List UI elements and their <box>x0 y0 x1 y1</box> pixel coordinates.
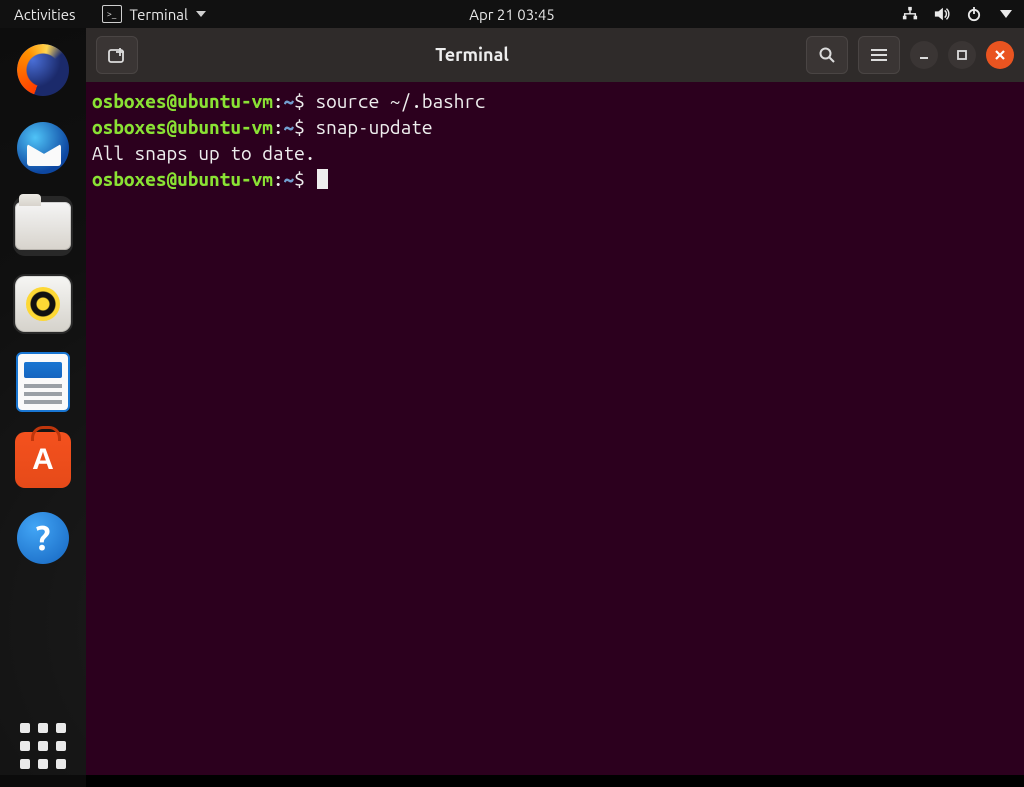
panel-right <box>902 0 1014 28</box>
power-icon[interactable] <box>966 6 982 22</box>
prompt-userhost: osboxes@ubuntu-vm <box>92 168 273 190</box>
terminal-output: All snaps up to date. <box>92 142 315 164</box>
prompt-userhost: osboxes@ubuntu-vm <box>92 90 273 112</box>
new-tab-button[interactable] <box>96 36 138 74</box>
firefox-icon <box>17 44 69 96</box>
show-applications-button[interactable] <box>20 723 66 769</box>
terminal-cmd: snap-update <box>315 116 432 138</box>
thunderbird-icon <box>17 122 69 174</box>
ubuntu-software-icon: A <box>15 432 71 488</box>
dock-rhythmbox[interactable] <box>13 274 73 334</box>
volume-icon[interactable] <box>934 6 950 22</box>
system-menu-chevron-icon[interactable] <box>998 6 1014 22</box>
terminal-line: osboxes@ubuntu-vm:~$ source ~/.bashrc <box>92 88 1018 114</box>
app-menu[interactable]: Terminal <box>90 0 218 28</box>
top-panel: Activities Terminal Apr 21 03:45 <box>0 0 1024 28</box>
dock-libreoffice-writer[interactable] <box>13 352 73 412</box>
prompt-path: ~ <box>284 116 295 138</box>
terminal-cmd: source ~/.bashrc <box>315 90 485 112</box>
activities-label: Activities <box>14 6 76 23</box>
dock-ubuntu-software[interactable]: A <box>13 430 73 490</box>
dock-bottom <box>0 723 86 769</box>
window-maximize-button[interactable] <box>948 41 976 69</box>
prompt-sym: $ <box>294 90 305 112</box>
dock-files[interactable] <box>13 196 73 256</box>
clock-label[interactable]: Apr 21 03:45 <box>469 6 555 23</box>
terminal-body[interactable]: osboxes@ubuntu-vm:~$ source ~/.bashrc os… <box>86 82 1024 775</box>
prompt-path: ~ <box>284 90 295 112</box>
window-close-button[interactable] <box>986 41 1014 69</box>
activities-button[interactable]: Activities <box>0 0 90 28</box>
prompt-sym: $ <box>294 116 305 138</box>
titlebar-right <box>806 36 1014 74</box>
terminal-cursor <box>317 169 328 189</box>
chevron-down-icon <box>196 11 206 17</box>
terminal-icon <box>102 5 122 23</box>
speaker-icon <box>15 276 71 332</box>
prompt-userhost: osboxes@ubuntu-vm <box>92 116 273 138</box>
writer-icon <box>16 352 70 412</box>
terminal-line: osboxes@ubuntu-vm:~$ snap-update <box>92 114 1018 140</box>
window-title: Terminal <box>148 45 796 65</box>
hamburger-menu-button[interactable] <box>858 36 900 74</box>
files-icon <box>15 202 71 250</box>
search-button[interactable] <box>806 36 848 74</box>
window-titlebar: Terminal <box>86 28 1024 82</box>
prompt-sep: : <box>273 116 284 138</box>
prompt-sep: : <box>273 90 284 112</box>
help-icon: ? <box>17 512 69 564</box>
prompt-sep: : <box>273 168 284 190</box>
panel-left: Activities Terminal <box>0 0 218 28</box>
terminal-window: Terminal osboxes@ubuntu-vm:~$ source ~/.… <box>86 28 1024 775</box>
dock-help[interactable]: ? <box>13 508 73 568</box>
dock-firefox[interactable] <box>13 40 73 100</box>
prompt-sym: $ <box>294 168 305 190</box>
network-icon[interactable] <box>902 6 918 22</box>
terminal-line: osboxes@ubuntu-vm:~$ <box>92 166 1018 192</box>
dock-thunderbird[interactable] <box>13 118 73 178</box>
window-minimize-button[interactable] <box>910 41 938 69</box>
terminal-line: All snaps up to date. <box>92 140 1018 166</box>
prompt-path: ~ <box>284 168 295 190</box>
app-menu-label: Terminal <box>130 6 188 23</box>
dock: A ? <box>0 28 86 787</box>
